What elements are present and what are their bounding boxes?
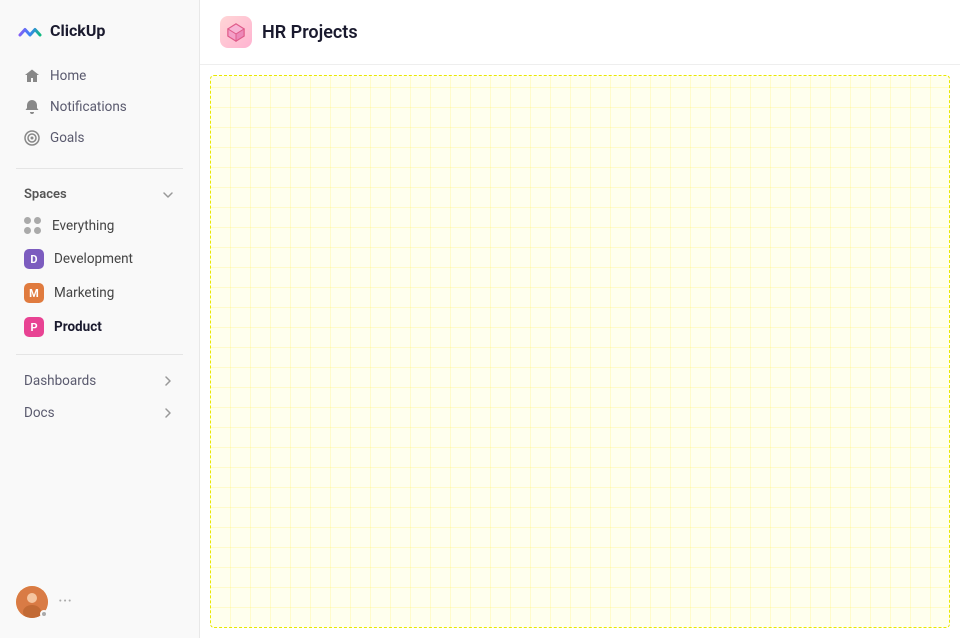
cube-icon (226, 22, 246, 42)
home-label: Home (50, 68, 86, 84)
sidebar-item-product[interactable]: P Product (8, 311, 191, 343)
page-title: HR Projects (262, 22, 358, 43)
goals-label: Goals (50, 130, 85, 146)
sidebar-item-docs[interactable]: Docs (8, 398, 191, 428)
clickup-logo-icon (16, 16, 44, 44)
logo-text: ClickUp (50, 21, 105, 40)
divider-2 (16, 354, 183, 355)
sidebar-user-avatar[interactable]: ··· (0, 578, 199, 626)
sidebar-item-goals[interactable]: Goals (8, 123, 191, 153)
docs-label: Docs (24, 405, 55, 421)
target-icon (24, 130, 40, 146)
chevron-right-icon-dashboards (161, 374, 175, 388)
development-avatar: D (24, 249, 44, 269)
sidebar: ClickUp Home Notifications Goals Spac (0, 0, 200, 638)
divider-1 (16, 168, 183, 169)
chevron-down-icon (161, 188, 175, 202)
chevron-right-icon-docs (161, 406, 175, 420)
product-avatar: P (24, 317, 44, 337)
everything-label: Everything (52, 218, 114, 234)
sidebar-item-development[interactable]: D Development (8, 243, 191, 275)
dashboards-label: Dashboards (24, 373, 96, 389)
notifications-label: Notifications (50, 99, 127, 115)
home-icon (24, 68, 40, 84)
hr-projects-icon (220, 16, 252, 48)
product-label: Product (54, 319, 102, 335)
sidebar-logo[interactable]: ClickUp (0, 0, 199, 56)
sidebar-navigation: Home Notifications Goals (0, 56, 199, 158)
main-content: HR Projects (200, 0, 960, 638)
main-body-canvas (210, 75, 950, 628)
bell-icon (24, 99, 40, 115)
sidebar-item-dashboards[interactable]: Dashboards (8, 366, 191, 396)
marketing-avatar: M (24, 283, 44, 303)
avatar-wrapper (16, 586, 48, 618)
avatar-status-indicator (40, 610, 48, 618)
development-label: Development (54, 251, 133, 267)
sidebar-item-everything[interactable]: Everything (8, 211, 191, 241)
marketing-label: Marketing (54, 285, 114, 301)
sidebar-item-marketing[interactable]: M Marketing (8, 277, 191, 309)
sidebar-item-home[interactable]: Home (8, 61, 191, 91)
spaces-label: Spaces (24, 187, 67, 202)
sidebar-item-notifications[interactable]: Notifications (8, 92, 191, 122)
everything-dots-icon (24, 217, 42, 235)
spaces-header[interactable]: Spaces (8, 181, 191, 208)
avatar-menu-dots: ··· (58, 593, 72, 611)
main-header: HR Projects (200, 0, 960, 65)
